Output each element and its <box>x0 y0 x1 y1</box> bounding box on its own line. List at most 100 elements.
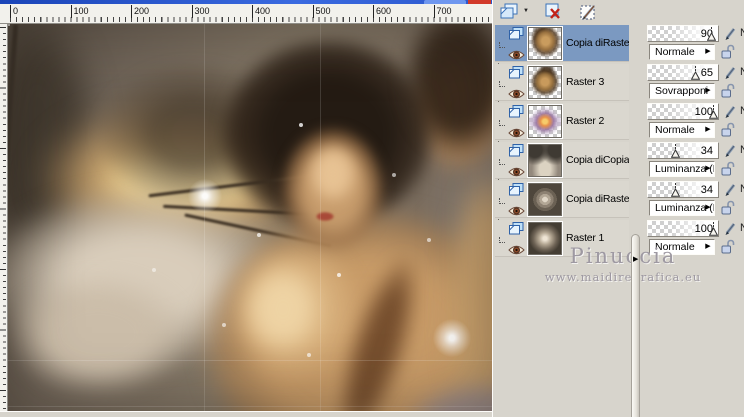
bottom-scrollbar-strip[interactable] <box>0 411 492 417</box>
layer-connector <box>496 114 506 128</box>
brush-icon[interactable] <box>723 221 738 236</box>
opacity-value: 34 <box>700 145 713 157</box>
layer-thumbnail-art <box>529 144 561 176</box>
delete-layer-button[interactable] <box>541 2 565 22</box>
watermark-site: www.maidiregrafica.eu <box>544 270 702 284</box>
pages-icon <box>500 3 518 19</box>
layer-thumbnail-art <box>529 27 561 59</box>
blend-mode-arrow-icon[interactable]: ▶ <box>703 122 713 136</box>
image-canvas[interactable] <box>8 24 492 411</box>
horizontal-ruler: 0 100 200 300 400 500 600 700 <box>8 4 492 24</box>
layer-row-copia-diraster-1[interactable]: Copia diRaster 1 <box>495 25 629 62</box>
watermark-name: Pinuccia <box>569 244 677 268</box>
layer-properties: 34 N Luminanza (L) ▶ <box>647 142 744 179</box>
palette-splitter-handle[interactable]: ▶ <box>631 234 640 417</box>
open-lock-icon[interactable] <box>720 44 735 60</box>
new-layer-button[interactable] <box>497 2 521 22</box>
blend-mode-arrow-icon[interactable]: ▶ <box>703 83 713 97</box>
layer-name: Raster 1 <box>566 232 605 244</box>
layer-row-raster-2[interactable]: Raster 2 <box>495 103 629 140</box>
visibility-eye-icon[interactable] <box>507 206 525 216</box>
layer-thumbnail[interactable] <box>527 103 563 139</box>
ruler-label: 600 <box>373 5 391 18</box>
blend-mode-arrow-icon[interactable]: ▶ <box>703 161 713 175</box>
layer-connector <box>496 36 506 50</box>
brush-icon[interactable] <box>723 65 738 80</box>
ruler-label: 400 <box>252 5 270 18</box>
raster-layer-icon <box>508 182 523 195</box>
open-lock-icon[interactable] <box>720 122 735 138</box>
ruler-corner <box>0 4 8 24</box>
layer-name: Copia diRaster <box>566 193 629 205</box>
layer-row-raster-3[interactable]: Raster 3 <box>495 64 629 101</box>
layer-thumbnail[interactable] <box>527 25 563 61</box>
raster-layer-icon <box>508 221 523 234</box>
opacity-slider-pin-icon[interactable] <box>706 27 716 41</box>
ruler-label: 500 <box>312 5 331 18</box>
opacity-value: 34 <box>700 184 713 196</box>
layer-connector <box>496 75 506 89</box>
layer-connector <box>496 231 506 245</box>
layer-name: Copia diCopia d <box>566 154 629 166</box>
ruler-major-ticks <box>0 27 6 411</box>
dashed-selection-with-pen-icon <box>580 4 595 19</box>
brush-icon[interactable] <box>723 26 738 41</box>
layer-thumbnail[interactable] <box>527 181 563 217</box>
layer-row-copia-dicopia-d[interactable]: Copia diCopia d <box>495 142 629 179</box>
layer-thumbnail[interactable] <box>527 142 563 178</box>
brush-icon[interactable] <box>723 143 738 158</box>
edit-selection-button[interactable] <box>577 2 601 22</box>
ruler-label: 700 <box>433 5 452 18</box>
clipped-edge-glyph: N <box>740 27 744 39</box>
brush-icon[interactable] <box>723 182 738 197</box>
app-window: 0 100 200 300 400 500 600 700 ▼ ▶ Pinucc… <box>0 0 744 417</box>
layer-thumbnail-art <box>529 105 561 137</box>
layer-connector <box>496 192 506 206</box>
opacity-slider[interactable]: 34 <box>647 181 719 198</box>
open-lock-icon[interactable] <box>720 200 735 216</box>
layer-name: Copia diRaster 1 <box>566 37 629 49</box>
layer-properties: 34 N Luminanza (L) ▶ <box>647 181 744 218</box>
raster-layer-icon <box>508 143 523 156</box>
ruler-label: 300 <box>191 5 210 18</box>
brush-icon[interactable] <box>723 104 738 119</box>
blend-mode-arrow-icon[interactable]: ▶ <box>703 44 713 58</box>
visibility-eye-icon[interactable] <box>507 128 525 138</box>
opacity-slider[interactable]: 34 <box>647 142 719 159</box>
ruler-label: 100 <box>70 5 89 18</box>
raster-layer-icon <box>508 104 523 117</box>
ruler-label: 0 <box>10 5 18 18</box>
visibility-eye-icon[interactable] <box>507 167 525 177</box>
visibility-eye-icon[interactable] <box>507 89 525 99</box>
open-lock-icon[interactable] <box>720 161 735 177</box>
opacity-slider-pin-icon[interactable] <box>670 144 680 158</box>
opacity-slider[interactable]: 65 <box>647 64 719 81</box>
opacity-slider-pin-icon[interactable] <box>690 66 700 80</box>
opacity-slider-pin-icon[interactable] <box>709 222 718 236</box>
layer-thumbnail[interactable] <box>527 64 563 100</box>
clipped-edge-glyph: N <box>740 144 744 156</box>
visibility-eye-icon[interactable] <box>507 50 525 60</box>
palette-toolbar: ▼ <box>493 0 744 24</box>
open-lock-icon[interactable] <box>720 83 735 99</box>
page-with-red-x-icon <box>545 3 560 19</box>
opacity-slider-pin-icon[interactable] <box>709 105 718 119</box>
clipped-edge-glyph: N <box>740 66 744 78</box>
opacity-value: 65 <box>700 67 713 79</box>
chevron-down-icon[interactable]: ▼ <box>523 8 529 14</box>
layer-properties: 65 N Sovrapponi ▶ <box>647 64 744 101</box>
layer-row-copia-diraster[interactable]: Copia diRaster <box>495 181 629 218</box>
opacity-slider-pin-icon[interactable] <box>670 183 680 197</box>
raster-layer-icon <box>508 65 523 78</box>
layer-connector <box>496 153 506 167</box>
visibility-eye-icon[interactable] <box>507 245 525 255</box>
clipped-edge-glyph: N <box>740 183 744 195</box>
watermark: Pinuccia www.maidiregrafica.eu <box>523 244 723 284</box>
splitter-arrow-icon: ▶ <box>633 256 639 263</box>
layer-name: Raster 2 <box>566 115 605 127</box>
clipped-edge-glyph: N <box>740 105 744 117</box>
blend-mode-arrow-icon[interactable]: ▶ <box>703 200 713 214</box>
ruler-label: 200 <box>131 5 149 18</box>
clipped-edge-glyph: N <box>740 222 744 234</box>
canvas-pane: 0 100 200 300 400 500 600 700 <box>0 0 492 417</box>
